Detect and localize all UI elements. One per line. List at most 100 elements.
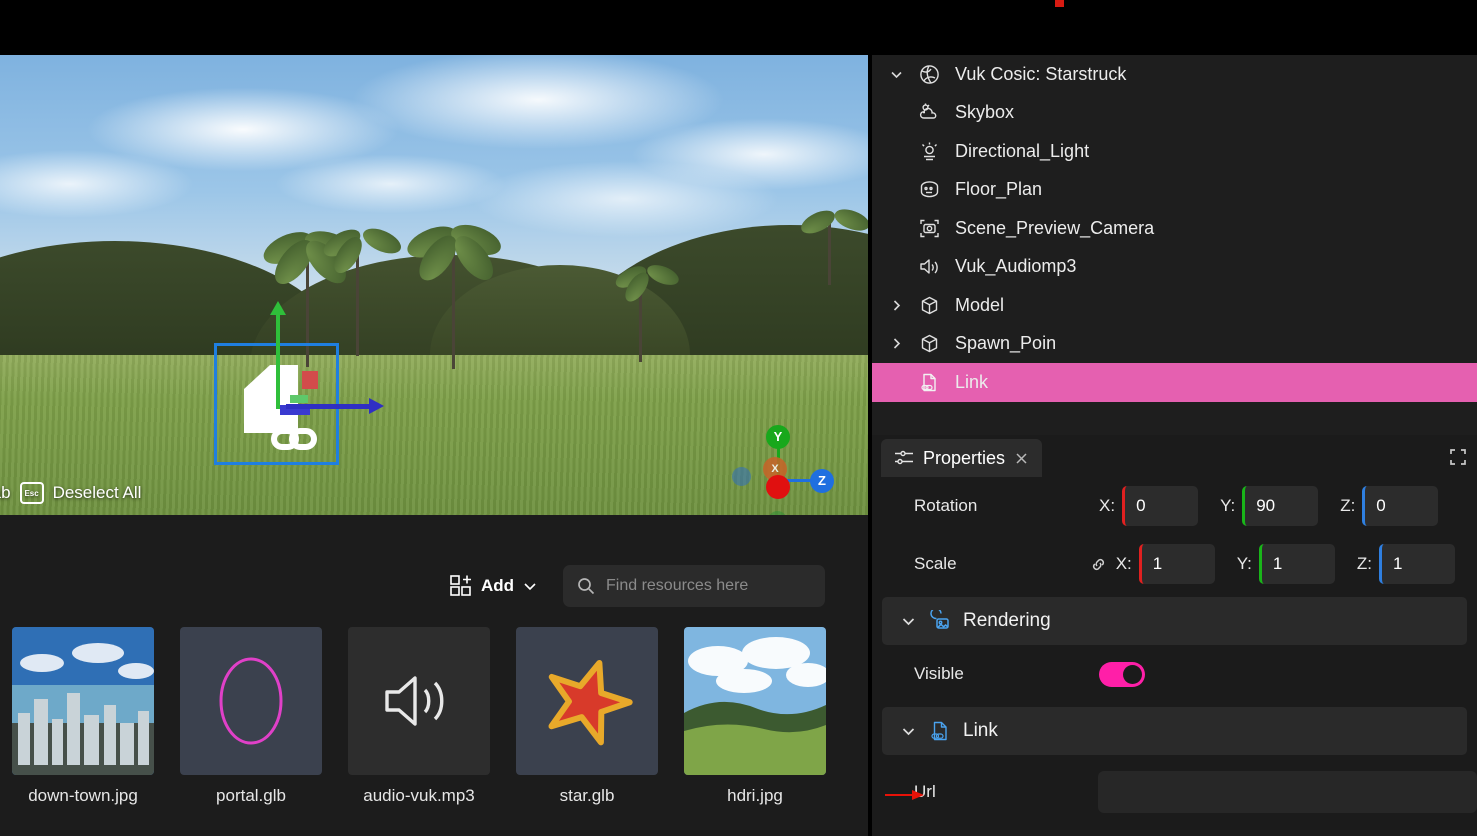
- speaker-icon: [914, 256, 944, 277]
- link-section-label: Link: [963, 720, 998, 741]
- hierarchy-item-floor-plan[interactable]: Floor_Plan: [872, 171, 1477, 210]
- deselect-all-label[interactable]: Deselect All: [53, 483, 142, 503]
- asset-browser-toolbar: Add: [0, 558, 868, 614]
- close-icon[interactable]: [1014, 451, 1029, 466]
- rotation-y-group: Y: 90: [1220, 486, 1319, 526]
- scale-y-group: Y: 1: [1237, 544, 1335, 584]
- hierarchy-item-model[interactable]: Model: [872, 286, 1477, 325]
- axis-ball-negz[interactable]: [732, 467, 751, 486]
- asset-thumbnail[interactable]: [12, 627, 154, 775]
- esc-key-badge: Esc: [19, 482, 44, 504]
- hierarchy-root-row[interactable]: Vuk Cosic: Starstruck: [872, 55, 1477, 94]
- rotation-z-group: Z: 0: [1340, 486, 1439, 526]
- scale-x-input[interactable]: 1: [1138, 544, 1215, 584]
- asset-thumbnail[interactable]: [348, 627, 490, 775]
- rotation-y-input[interactable]: 90: [1242, 486, 1319, 526]
- hierarchy-item-label: Directional_Light: [955, 140, 1090, 161]
- axis-ball-z[interactable]: Z: [810, 469, 834, 493]
- search-input[interactable]: [606, 577, 796, 595]
- rotation-z-label: Z:: [1340, 496, 1356, 515]
- rotation-label: Rotation: [914, 496, 978, 515]
- gizmo-axis-y[interactable]: [270, 301, 286, 409]
- asset-item[interactable]: portal.glb: [180, 627, 322, 806]
- axis-orientation-gizmo[interactable]: Y Z X: [716, 417, 844, 515]
- rendering-icon: [929, 610, 951, 632]
- properties-panel: Properties Rotation X: 0 Y: 90 Z: 0 Scal…: [872, 435, 1477, 836]
- floor-icon: [914, 179, 944, 200]
- asset-thumbnail[interactable]: [684, 627, 826, 775]
- rotation-x-label: X:: [1099, 496, 1116, 515]
- scale-z-group: Z: 1: [1357, 544, 1455, 584]
- asset-thumbnail[interactable]: [516, 627, 658, 775]
- speaker-icon: [383, 670, 455, 732]
- hierarchy-item-spawn-point[interactable]: Spawn_Poin: [872, 325, 1477, 364]
- hierarchy-item-label: Model: [955, 294, 1005, 315]
- gizmo-axis-x[interactable]: [286, 398, 384, 414]
- search-icon: [577, 577, 595, 595]
- url-row: Url: [872, 763, 1477, 821]
- scale-y-label: Y:: [1236, 554, 1252, 573]
- asset-item[interactable]: down-town.jpg: [12, 627, 154, 806]
- top-bar: [0, 0, 1477, 55]
- palm-tree: [403, 218, 505, 369]
- asset-thumbnail[interactable]: [180, 627, 322, 775]
- editor-window: rab Esc Deselect All Y Z X: [0, 0, 1477, 836]
- rotation-row: Rotation X: 0 Y: 90 Z: 0: [872, 477, 1477, 535]
- globe-icon: [914, 64, 944, 85]
- annotation-arrow: [885, 788, 925, 802]
- tab-properties[interactable]: Properties: [881, 439, 1043, 477]
- properties-tabbar: Properties: [872, 435, 1477, 477]
- chevron-down-icon[interactable]: [900, 613, 917, 630]
- add-button-label: Add: [480, 576, 514, 595]
- scale-y-input[interactable]: 1: [1258, 544, 1335, 584]
- add-button[interactable]: Add: [450, 575, 537, 597]
- asset-label: down-town.jpg: [28, 786, 138, 805]
- hierarchy-item-label: Vuk_Audiomp3: [955, 256, 1077, 277]
- hierarchy-item-label: Link: [955, 371, 989, 392]
- visible-toggle[interactable]: [1099, 661, 1145, 687]
- hierarchy-item-label: Spawn_Poin: [955, 333, 1057, 354]
- camera-icon: [914, 218, 944, 239]
- url-input[interactable]: [1098, 771, 1477, 813]
- chevron-down-icon[interactable]: [900, 723, 917, 740]
- asset-item[interactable]: audio-vuk.mp3: [348, 627, 490, 806]
- rendering-section-header[interactable]: Rendering: [882, 597, 1467, 645]
- hierarchy-item-directional-light[interactable]: Directional_Light: [872, 132, 1477, 171]
- palm-tree: [612, 261, 682, 362]
- sliders-icon: [894, 448, 914, 468]
- tab-properties-label: Properties: [923, 447, 1006, 468]
- hierarchy-item-scene-preview-camera[interactable]: Scene_Preview_Camera: [872, 209, 1477, 248]
- skybox-icon: [914, 102, 944, 123]
- axis-ball-origin[interactable]: [766, 475, 790, 499]
- rotation-z-input[interactable]: 0: [1362, 486, 1439, 526]
- rendering-label: Rendering: [963, 610, 1051, 631]
- chevron-down-icon: [523, 579, 537, 593]
- chevron-right-icon[interactable]: [878, 298, 914, 313]
- chain-link-icon[interactable]: [1090, 556, 1107, 573]
- properties-expand-icon[interactable]: [1449, 448, 1467, 466]
- asset-item[interactable]: star.glb: [516, 627, 658, 806]
- viewport-toolbar: rab Esc Deselect All: [0, 478, 141, 508]
- hierarchy-root-label: Vuk Cosic: Starstruck: [955, 63, 1127, 84]
- asset-item[interactable]: hdri.jpg: [684, 627, 826, 806]
- 3d-viewport[interactable]: rab Esc Deselect All Y Z X: [0, 55, 868, 515]
- annotation-marker: [1055, 0, 1064, 7]
- search-box[interactable]: [563, 565, 825, 607]
- hierarchy-item-skybox[interactable]: Skybox: [872, 94, 1477, 133]
- scale-z-input[interactable]: 1: [1379, 544, 1455, 584]
- axis-ball-y[interactable]: Y: [766, 425, 790, 449]
- hierarchy-item-label: Scene_Preview_Camera: [955, 217, 1155, 238]
- asset-label: hdri.jpg: [727, 786, 783, 805]
- rotation-x-group: X: 0: [1099, 486, 1199, 526]
- grid-plus-icon: [450, 575, 472, 597]
- chevron-right-icon[interactable]: [878, 336, 914, 351]
- rotation-x-input[interactable]: 0: [1122, 486, 1199, 526]
- chevron-down-icon[interactable]: [878, 67, 914, 82]
- visible-row: Visible: [872, 645, 1477, 703]
- link-section-header[interactable]: Link: [882, 707, 1467, 755]
- hierarchy-item-link[interactable]: Link: [872, 363, 1477, 402]
- hierarchy-item-label: Skybox: [955, 102, 1015, 123]
- scale-x-label: X:: [1115, 554, 1132, 573]
- link-doc-icon: [929, 720, 951, 742]
- hierarchy-item-vuk-audio[interactable]: Vuk_Audiomp3: [872, 248, 1477, 287]
